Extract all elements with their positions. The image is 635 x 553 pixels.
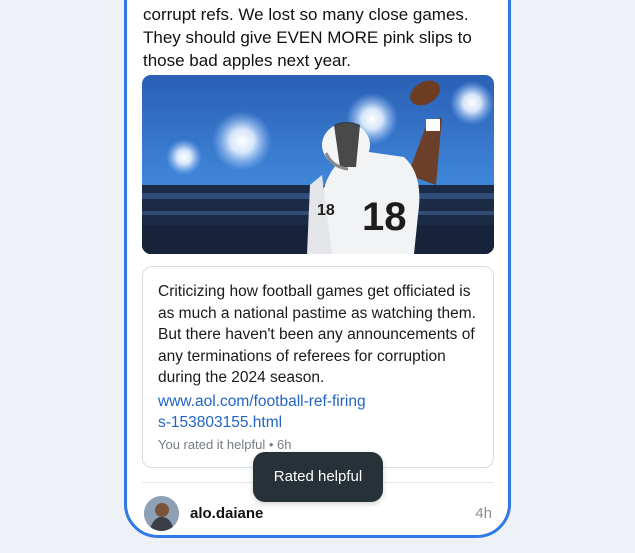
note-rating-meta: You rated it helpful • 6h xyxy=(158,437,292,452)
post-image[interactable]: 18 18 xyxy=(142,75,494,254)
post-timestamp: 4h xyxy=(475,505,492,522)
sleeve-number: 18 xyxy=(317,202,335,219)
jersey-number: 18 xyxy=(362,195,407,239)
post-text: corrupt refs. We lost so many close game… xyxy=(143,5,472,70)
note-text: Criticizing how football games get offic… xyxy=(158,283,476,386)
football-player-image: 18 18 xyxy=(142,75,494,254)
community-note-card: Criticizing how football games get offic… xyxy=(142,266,494,468)
username[interactable]: alo.daiane xyxy=(190,505,263,522)
avatar[interactable] xyxy=(144,496,179,531)
note-source-link[interactable]: www.aol.com/football-ref-firings-1538031… xyxy=(158,391,368,433)
rated-helpful-toast: Rated helpful xyxy=(253,452,383,502)
user-avatar-image xyxy=(144,496,179,531)
